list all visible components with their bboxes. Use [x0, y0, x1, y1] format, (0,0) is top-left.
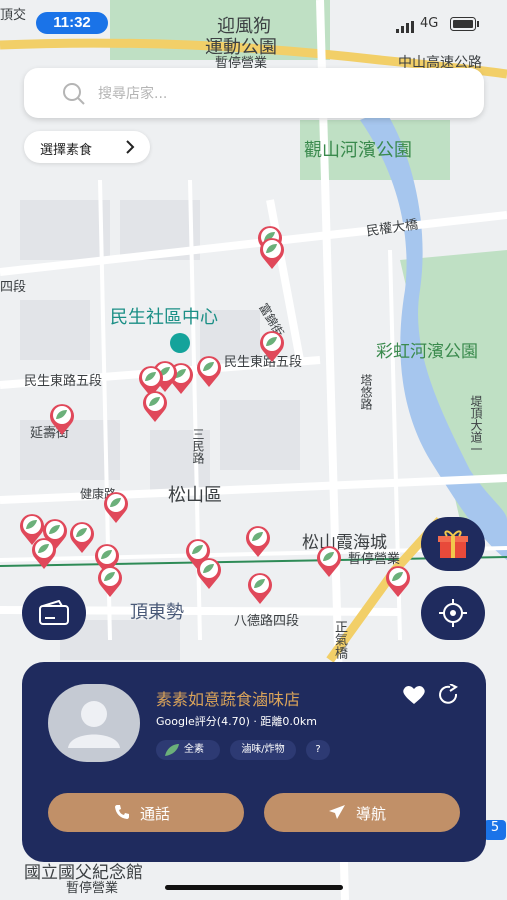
status-time: 11:32: [36, 12, 108, 34]
map-label: 松山區: [168, 485, 222, 506]
store-pin-icon[interactable]: [315, 544, 343, 578]
crosshair-icon: [438, 598, 468, 632]
map-label: 三民路: [191, 428, 205, 464]
store-pin-icon[interactable]: [30, 536, 58, 570]
navigate-button[interactable]: 導航: [264, 793, 460, 832]
map-label: 塔悠路: [359, 374, 373, 410]
vegetarian-filter-button[interactable]: 選擇素食: [24, 131, 150, 163]
store-pin-icon[interactable]: [48, 402, 76, 436]
battery-icon: [450, 16, 480, 35]
map-label: 民生東路五段: [24, 374, 103, 389]
map-label: 堤頂大道一: [469, 395, 483, 455]
status-bar: 11:32 4G: [0, 0, 507, 44]
chevron-right-icon: [124, 139, 136, 159]
tag-vegan: 全素: [156, 740, 220, 760]
store-pin-icon[interactable]: [195, 556, 223, 590]
signal-icon: [396, 18, 416, 37]
rating-distance: Google評分(4.70) · 距離0.0km: [156, 715, 317, 728]
avatar: [48, 684, 140, 762]
gift-icon: [437, 528, 469, 564]
search-icon: [62, 82, 86, 110]
community-center-icon: [170, 333, 190, 353]
gift-button[interactable]: [421, 517, 485, 571]
network-label: 4G: [420, 16, 439, 31]
store-pin-icon[interactable]: [195, 354, 223, 388]
store-pin-icon[interactable]: [96, 564, 124, 598]
shop-card[interactable]: 素素如意蔬食滷味店 Google評分(4.70) · 距離0.0km 全素 滷味…: [22, 662, 486, 862]
search-bar[interactable]: 搜尋店家...: [24, 68, 484, 118]
tag-category: 滷味/炸物: [230, 740, 296, 760]
shop-name: 素素如意蔬食滷味店: [156, 690, 301, 709]
store-pin-icon[interactable]: [244, 524, 272, 558]
map-label: 四段: [0, 280, 27, 295]
phone-icon: [114, 804, 130, 824]
map-label: 彩虹河濱公園: [376, 342, 478, 362]
store-pin-icon[interactable]: [102, 490, 130, 524]
map-label: 觀山河濱公園: [304, 140, 412, 161]
filter-label: 選擇素食: [40, 143, 93, 158]
store-pin-icon[interactable]: [141, 389, 169, 423]
map-label: 正氣橋: [332, 620, 347, 659]
wallet-button[interactable]: [22, 586, 86, 640]
locate-button[interactable]: [421, 586, 485, 640]
tag-more: ?: [306, 740, 330, 760]
leaf-icon: [164, 743, 180, 765]
search-input[interactable]: 搜尋店家...: [98, 83, 167, 103]
home-indicator: [165, 885, 343, 890]
map-label: 民生社區中心: [110, 307, 218, 328]
map-label: 八德路四段: [234, 614, 300, 629]
map-label: 頂東勢: [130, 602, 184, 623]
share-icon[interactable]: [438, 683, 462, 710]
store-pin-icon[interactable]: [258, 329, 286, 363]
map-label: 暫停營業: [66, 881, 119, 896]
call-button[interactable]: 通話: [48, 793, 244, 832]
store-pin-icon[interactable]: [68, 520, 96, 554]
store-pin-icon[interactable]: [258, 236, 286, 270]
heart-icon[interactable]: [402, 684, 426, 710]
call-label: 通話: [140, 805, 171, 823]
store-pin-icon[interactable]: [246, 571, 274, 605]
wallet-icon: [39, 599, 69, 630]
store-pin-icon[interactable]: [384, 564, 412, 598]
tag-label: 全素: [184, 744, 204, 755]
navigate-label: 導航: [356, 805, 387, 823]
route-shield: 5: [484, 820, 506, 840]
navigate-icon: [328, 804, 346, 824]
